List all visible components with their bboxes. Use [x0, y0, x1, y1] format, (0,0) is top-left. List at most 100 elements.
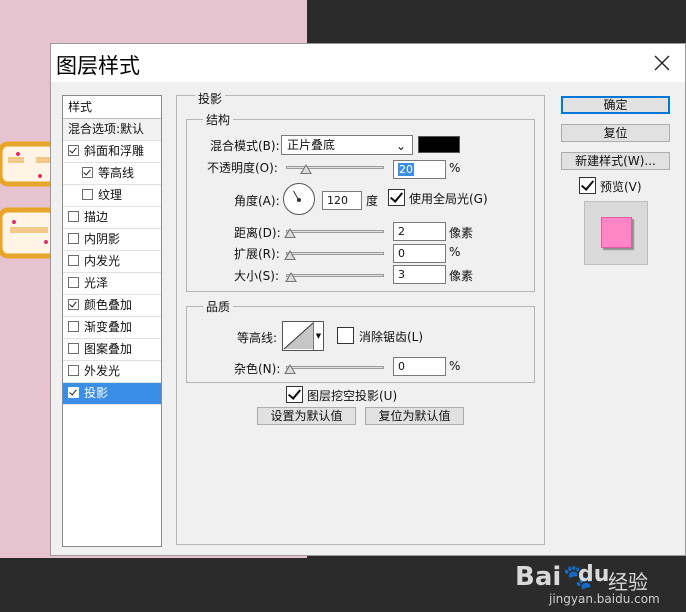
style-item-checkbox[interactable]: [68, 255, 79, 266]
opacity-input[interactable]: 20: [393, 160, 446, 179]
blend-mode-value: 正片叠底: [287, 138, 336, 152]
distance-unit: 像素: [449, 226, 474, 240]
style-item[interactable]: 纹理: [63, 185, 161, 207]
style-item-checkbox[interactable]: [68, 299, 79, 310]
style-item-checkbox[interactable]: [68, 321, 79, 332]
style-item-label: 纹理: [98, 188, 123, 202]
style-item[interactable]: 渐变叠加: [63, 317, 161, 339]
style-item[interactable]: 等高线: [63, 163, 161, 185]
style-item-label: 斜面和浮雕: [84, 144, 145, 158]
ok-button[interactable]: 确定: [561, 96, 670, 114]
close-icon: [654, 55, 670, 71]
style-item-label: 外发光: [84, 364, 121, 378]
global-light-checkbox[interactable]: [388, 189, 405, 206]
style-item[interactable]: 投影: [63, 383, 161, 405]
dialog-titlebar: 图层样式: [51, 44, 685, 82]
drop-shadow-title: 投影: [195, 90, 226, 107]
jingyan-watermark: 经验: [608, 570, 648, 594]
style-item-label: 内阴影: [84, 232, 121, 246]
close-button[interactable]: [647, 48, 677, 78]
chevron-down-icon: ⌄: [395, 139, 406, 153]
style-preview: [584, 201, 648, 265]
spread-input[interactable]: 0: [393, 244, 446, 263]
distance-slider-thumb[interactable]: [284, 228, 296, 238]
spread-unit: %: [449, 245, 461, 259]
style-item[interactable]: 图案叠加: [63, 339, 161, 361]
style-item-checkbox[interactable]: [68, 365, 79, 376]
make-default-button[interactable]: 设置为默认值: [257, 407, 356, 425]
style-item-checkbox[interactable]: [68, 233, 79, 244]
style-item-label: 等高线: [98, 166, 135, 180]
style-item-label: 投影: [84, 386, 109, 400]
opacity-label: 不透明度(O):: [207, 161, 278, 175]
style-item-checkbox[interactable]: [68, 145, 79, 156]
noise-input[interactable]: 0: [393, 357, 446, 376]
antialias-label[interactable]: 消除锯齿(L): [359, 328, 423, 345]
noise-unit: %: [449, 359, 461, 373]
style-item-label: 内发光: [84, 254, 121, 268]
new-style-button[interactable]: 新建样式(W)...: [561, 152, 670, 170]
noise-slider[interactable]: [284, 363, 384, 374]
style-item[interactable]: 内阴影: [63, 229, 161, 251]
contour-dropdown-arrow[interactable]: ▼: [313, 322, 323, 350]
opacity-slider-thumb[interactable]: [300, 164, 312, 174]
spread-slider-thumb[interactable]: [284, 250, 296, 260]
styles-list: 样式 混合选项:默认 斜面和浮雕等高线纹理描边内阴影内发光光泽颜色叠加渐变叠加图…: [62, 95, 162, 547]
distance-slider[interactable]: [284, 227, 384, 238]
spread-slider[interactable]: [284, 249, 384, 260]
quality-title: 品质: [203, 298, 234, 315]
styles-header[interactable]: 样式: [63, 96, 161, 119]
style-item-checkbox[interactable]: [68, 211, 79, 222]
style-item-checkbox[interactable]: [68, 277, 79, 288]
size-slider[interactable]: [285, 271, 384, 282]
style-item-checkbox[interactable]: [68, 343, 79, 354]
style-item-checkbox[interactable]: [82, 167, 93, 178]
style-item-checkbox[interactable]: [68, 387, 79, 398]
knockout-checkbox[interactable]: [286, 386, 303, 403]
spread-label: 扩展(R):: [234, 247, 280, 261]
size-slider-thumb[interactable]: [285, 272, 297, 282]
angle-unit: 度: [366, 194, 379, 208]
antialias-checkbox[interactable]: [337, 327, 354, 344]
blend-mode-label: 混合模式(B):: [210, 139, 280, 153]
style-item-label: 颜色叠加: [84, 298, 133, 312]
style-item[interactable]: 斜面和浮雕: [63, 141, 161, 163]
knockout-label[interactable]: 图层挖空投影(U): [307, 387, 397, 404]
style-item-checkbox[interactable]: [82, 189, 93, 200]
contour-picker[interactable]: ▼: [282, 321, 324, 351]
style-item[interactable]: 内发光: [63, 251, 161, 273]
dialog-title: 图层样式: [56, 54, 140, 78]
style-item[interactable]: 光泽: [63, 273, 161, 295]
style-item[interactable]: 描边: [63, 207, 161, 229]
preview-checkbox[interactable]: [579, 177, 596, 194]
reset-button[interactable]: 复位: [561, 124, 670, 142]
noise-label: 杂色(N):: [234, 362, 281, 376]
blend-mode-select[interactable]: 正片叠底 ⌄: [281, 135, 413, 155]
distance-input[interactable]: 2: [393, 222, 446, 241]
reset-default-button[interactable]: 复位为默认值: [365, 407, 464, 425]
opacity-unit: %: [449, 161, 461, 175]
style-item[interactable]: 外发光: [63, 361, 161, 383]
blend-options-label: 混合选项:默认: [68, 122, 145, 136]
layer-style-dialog: 图层样式 样式 混合选项:默认 斜面和浮雕等高线纹理描边内阴影内发光光泽颜色叠加…: [50, 43, 686, 556]
noise-slider-thumb[interactable]: [284, 364, 296, 374]
baidu-watermark-suffix: du: [578, 562, 610, 587]
baidu-watermark: Bai: [515, 562, 562, 592]
size-label: 大小(S):: [234, 269, 280, 283]
global-light-label[interactable]: 使用全局光(G): [409, 190, 488, 207]
opacity-slider[interactable]: [286, 163, 384, 174]
size-unit: 像素: [449, 269, 474, 283]
angle-dial[interactable]: [283, 183, 315, 215]
style-item-label: 描边: [84, 210, 109, 224]
contour-linear-icon: [283, 322, 314, 350]
contour-label: 等高线:: [237, 331, 278, 345]
style-item[interactable]: 颜色叠加: [63, 295, 161, 317]
style-item-label: 渐变叠加: [84, 320, 133, 334]
distance-label: 距离(D):: [234, 226, 281, 240]
preview-label[interactable]: 预览(V): [600, 178, 642, 195]
shadow-color-swatch[interactable]: [418, 136, 460, 153]
preview-swatch: [601, 217, 632, 248]
angle-input[interactable]: 120: [322, 191, 362, 210]
size-input[interactable]: 3: [393, 265, 446, 284]
blend-options-item[interactable]: 混合选项:默认: [63, 119, 161, 141]
